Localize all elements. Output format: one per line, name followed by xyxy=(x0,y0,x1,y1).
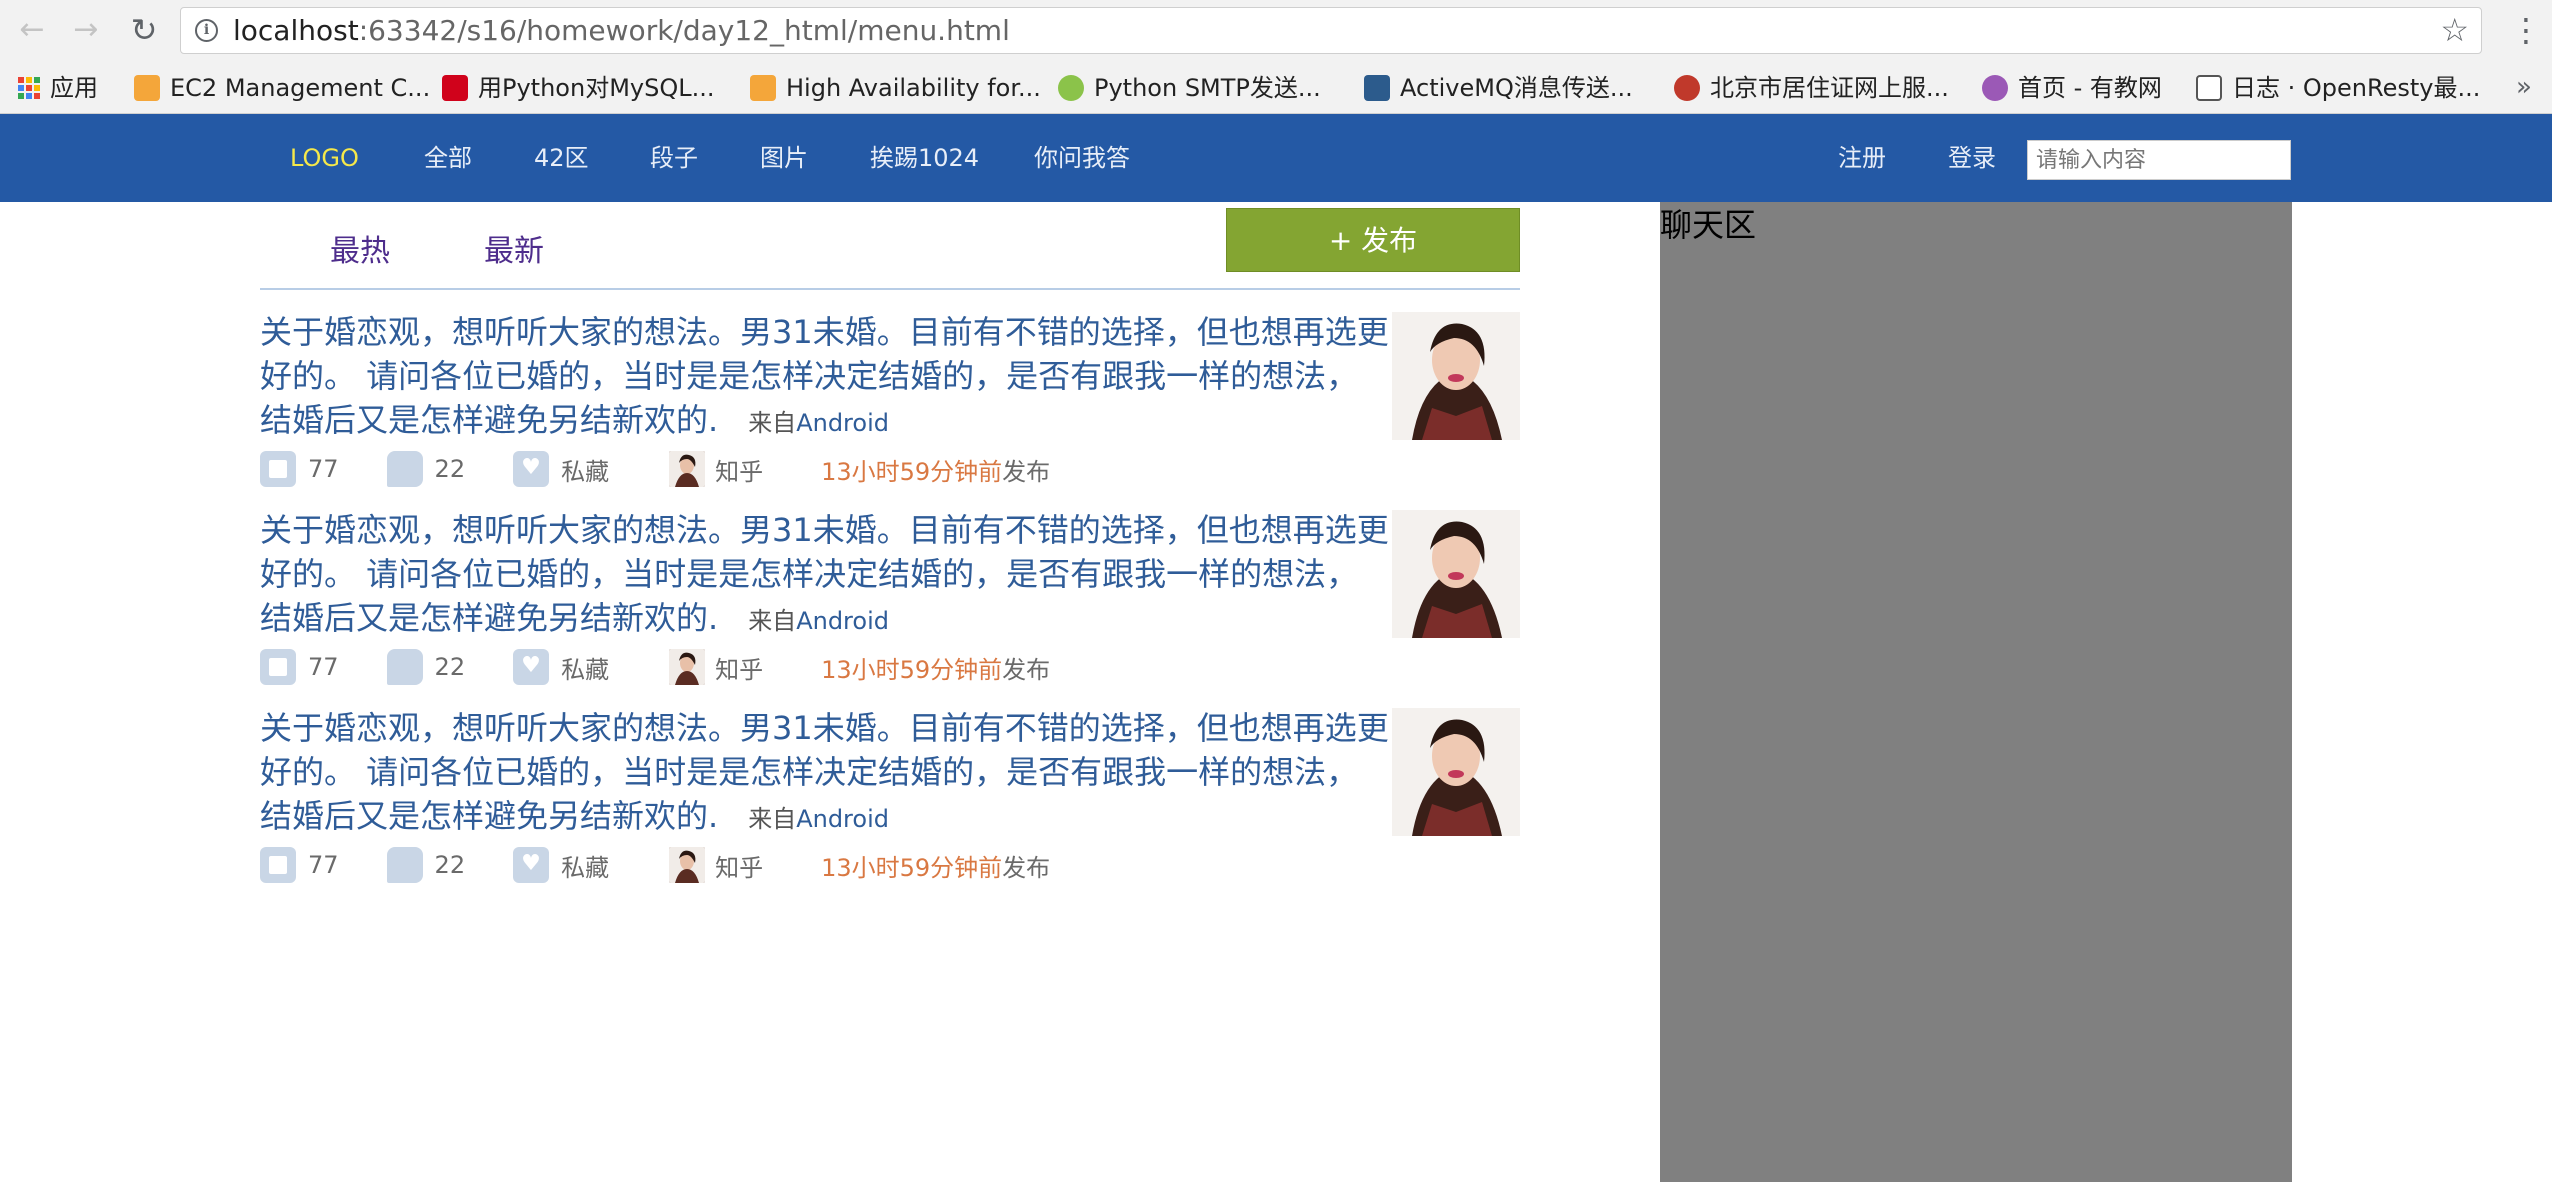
author-avatar[interactable] xyxy=(669,649,706,685)
aws-icon xyxy=(134,75,160,101)
item-source: 来自Android xyxy=(748,805,889,833)
book-icon xyxy=(2196,75,2222,101)
item-title[interactable]: 关于婚恋观，想听听大家的想法。男31未婚。目前有不错的选择，但也想再选更好的。 … xyxy=(260,508,1390,643)
nav-pictures[interactable]: 图片 xyxy=(760,114,808,202)
login-link[interactable]: 登录 xyxy=(1948,114,1996,202)
author-name[interactable]: 知乎 xyxy=(715,650,763,685)
item-thumbnail[interactable] xyxy=(1392,510,1520,638)
item-thumbnail[interactable] xyxy=(1392,708,1520,836)
item-meta: 77 22 私藏 知乎 13小时59分钟前 发布 xyxy=(260,648,1050,686)
author-avatar[interactable] xyxy=(669,847,706,883)
nav-jokes[interactable]: 段子 xyxy=(650,114,698,202)
register-link[interactable]: 注册 xyxy=(1838,114,1886,202)
heart-icon[interactable] xyxy=(513,847,550,883)
bookmark-ec2[interactable]: EC2 Management C... xyxy=(134,62,430,114)
browser-menu-icon[interactable]: ⋮ xyxy=(2510,10,2542,50)
item-meta: 77 22 私藏 知乎 13小时59分钟前 发布 xyxy=(260,450,1050,488)
post-time: 13小时59分钟前 xyxy=(821,655,1003,684)
bookmarks-bar: 应用 EC2 Management C... 用Python对MySQL... … xyxy=(0,62,2552,114)
nav-42[interactable]: 42区 xyxy=(534,114,589,202)
fav-label[interactable]: 私藏 xyxy=(561,650,609,685)
comment-count: 22 xyxy=(434,653,466,681)
comment-icon[interactable] xyxy=(386,451,423,487)
info-icon[interactable]: i xyxy=(195,19,218,42)
like-count: 77 xyxy=(308,653,339,681)
youjiao-icon xyxy=(1982,75,2008,101)
reload-icon[interactable]: ↻ xyxy=(124,10,164,50)
post-published-label: 发布 xyxy=(1002,457,1051,486)
url-text[interactable]: localhost:63342/s16/homework/day12_html/… xyxy=(233,8,1010,53)
apps-grid-icon xyxy=(18,77,40,99)
cnblogs-icon xyxy=(1364,75,1390,101)
bookmark-openresty[interactable]: 日志 · OpenResty最... xyxy=(2196,62,2480,114)
bookmark-beijing-residence[interactable]: 北京市居住证网上服... xyxy=(1674,62,1949,114)
forward-arrow-icon[interactable]: → xyxy=(66,10,106,50)
browser-toolbar: ← → ↻ i localhost:63342/s16/homework/day… xyxy=(0,0,2552,62)
like-count: 77 xyxy=(308,455,339,483)
bookmark-apps[interactable]: 应用 xyxy=(18,62,98,114)
author-avatar[interactable] xyxy=(669,451,706,487)
back-arrow-icon[interactable]: ← xyxy=(12,10,52,50)
bookmark-python-smtp[interactable]: Python SMTP发送... xyxy=(1058,62,1321,114)
police-badge-icon xyxy=(1674,75,1700,101)
item-thumbnail[interactable] xyxy=(1392,312,1520,440)
bookmarks-overflow-icon[interactable]: » xyxy=(2516,62,2532,112)
search-input[interactable] xyxy=(2027,140,2291,180)
runoob-icon xyxy=(1058,75,1084,101)
list-item: 关于婚恋观，想听听大家的想法。男31未婚。目前有不错的选择，但也想再选更好的。 … xyxy=(260,706,1522,896)
chat-title: 聊天区 xyxy=(1660,206,1757,244)
heart-icon[interactable] xyxy=(513,451,550,487)
fav-label[interactable]: 私藏 xyxy=(561,848,609,883)
post-time: 13小时59分钟前 xyxy=(821,853,1003,882)
address-bar[interactable]: i localhost:63342/s16/homework/day12_htm… xyxy=(180,7,2482,54)
nav-it1024[interactable]: 挨踢1024 xyxy=(870,114,979,202)
comment-count: 22 xyxy=(434,455,466,483)
bookmark-star-icon[interactable]: ☆ xyxy=(2440,12,2469,48)
bookmark-python-mysql[interactable]: 用Python对MySQL... xyxy=(442,62,714,114)
item-source: 来自Android xyxy=(748,607,889,635)
author-name[interactable]: 知乎 xyxy=(715,452,763,487)
fav-label[interactable]: 私藏 xyxy=(561,452,609,487)
comment-icon[interactable] xyxy=(386,649,423,685)
bookmark-high-availability[interactable]: High Availability for... xyxy=(750,62,1041,114)
tab-hot[interactable]: 最热 xyxy=(330,226,390,270)
chat-panel: 聊天区 xyxy=(1660,202,2292,1182)
item-title[interactable]: 关于婚恋观，想听听大家的想法。男31未婚。目前有不错的选择，但也想再选更好的。 … xyxy=(260,706,1390,841)
author-name[interactable]: 知乎 xyxy=(715,848,763,883)
heart-icon[interactable] xyxy=(513,649,550,685)
post-time: 13小时59分钟前 xyxy=(821,457,1003,486)
thumbs-up-icon[interactable] xyxy=(260,847,296,883)
bookmark-activemq[interactable]: ActiveMQ消息传送... xyxy=(1364,62,1633,114)
nav-all[interactable]: 全部 xyxy=(424,114,472,202)
comment-icon[interactable] xyxy=(386,847,423,883)
logo-link[interactable]: LOGO xyxy=(290,114,359,202)
bookmark-youjiao[interactable]: 首页 - 有教网 xyxy=(1982,62,2162,114)
post-published-label: 发布 xyxy=(1002,853,1051,882)
post-published-label: 发布 xyxy=(1002,655,1051,684)
item-meta: 77 22 私藏 知乎 13小时59分钟前 发布 xyxy=(260,846,1050,884)
aws-icon xyxy=(750,75,776,101)
item-title[interactable]: 关于婚恋观，想听听大家的想法。男31未婚。目前有不错的选择，但也想再选更好的。 … xyxy=(260,310,1390,445)
nav-qa[interactable]: 你问我答 xyxy=(1034,114,1130,202)
tab-new[interactable]: 最新 xyxy=(484,226,544,270)
thumbs-up-icon[interactable] xyxy=(260,649,296,685)
list-item: 关于婚恋观，想听听大家的想法。男31未婚。目前有不错的选择，但也想再选更好的。 … xyxy=(260,310,1522,500)
publish-button[interactable]: + 发布 xyxy=(1226,208,1520,272)
csdn-icon xyxy=(442,75,468,101)
comment-count: 22 xyxy=(434,851,466,879)
item-source: 来自Android xyxy=(748,409,889,437)
thumbs-up-icon[interactable] xyxy=(260,451,296,487)
list-item: 关于婚恋观，想听听大家的想法。男31未婚。目前有不错的选择，但也想再选更好的。 … xyxy=(260,508,1522,698)
like-count: 77 xyxy=(308,851,339,879)
